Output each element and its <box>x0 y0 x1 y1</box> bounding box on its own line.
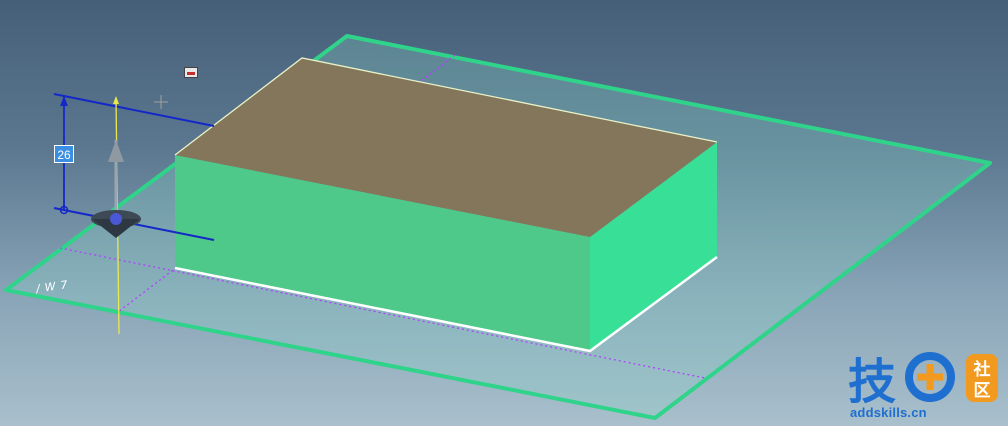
watermark-badge-bottom: 区 <box>974 381 991 401</box>
toolbar-widget-icon[interactable] <box>184 67 198 78</box>
watermark-char: 技 <box>848 354 896 408</box>
watermark-site-text: addskills.cn <box>850 405 927 420</box>
watermark-graphic: 技 社 区 <box>848 352 998 410</box>
axis-arrow <box>113 96 119 104</box>
dimension-extension-top <box>53 93 215 127</box>
crosshair-cursor-icon <box>154 95 168 109</box>
watermark-badge-top: 社 <box>973 359 991 380</box>
triad-move-handle-icon[interactable] <box>91 140 141 238</box>
3d-viewport[interactable]: 26 /W7 技 社 区 addskills.cn <box>0 0 1008 426</box>
watermark-logo: 技 社 区 addskills.cn <box>848 350 1008 426</box>
dimension-value-input[interactable]: 26 <box>54 145 74 163</box>
